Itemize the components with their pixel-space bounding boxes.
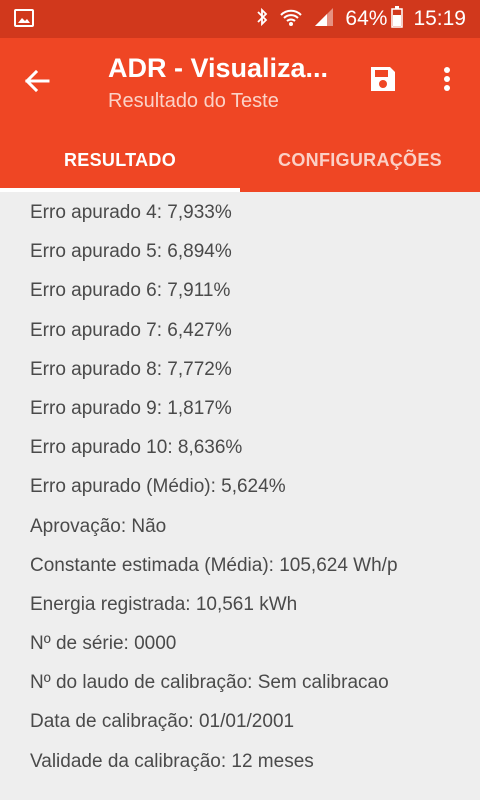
tab-resultado-label: RESULTADO xyxy=(63,149,177,170)
page-title: ADR - Visualiza... xyxy=(108,53,329,83)
back-button[interactable] xyxy=(14,60,60,106)
result-line: Validade da calibração: 12 meses xyxy=(30,750,314,772)
battery-icon xyxy=(391,5,404,33)
tab-bar: RESULTADO CONFIGURAÇÕES xyxy=(0,128,480,192)
app-toolbar: ADR - Visualiza... Resultado do Teste xyxy=(0,38,480,128)
result-line: Nº do laudo de calibração: Sem calibraca… xyxy=(30,672,389,694)
result-line: Aprovação: Não xyxy=(30,515,167,537)
signal-icon xyxy=(313,7,335,32)
more-options-button[interactable] xyxy=(424,58,470,104)
result-line: Erro apurado 7: 6,427% xyxy=(30,319,232,341)
result-line: Erro apurado 9: 1,817% xyxy=(30,397,232,419)
result-list: Erro apurado 4: 7,933% Erro apurado 5: 6… xyxy=(30,198,398,786)
result-line: Erro apurado 6: 7,911% xyxy=(30,280,231,302)
result-line: Erro apurado (Médio): 5,624% xyxy=(30,476,286,498)
wifi-icon xyxy=(279,6,303,33)
result-line: Nº de série: 0000 xyxy=(30,633,177,655)
save-button[interactable] xyxy=(360,58,406,104)
image-icon xyxy=(14,9,34,27)
clock: 15:19 xyxy=(413,7,466,30)
toolbar-titles: ADR - Visualiza... Resultado do Teste xyxy=(108,50,348,116)
tab-resultado[interactable]: RESULTADO xyxy=(0,128,240,192)
bluetooth-icon xyxy=(255,7,269,32)
result-content[interactable]: Erro apurado 4: 7,933% Erro apurado 5: 6… xyxy=(0,192,480,800)
back-arrow-icon xyxy=(24,69,50,98)
result-line: Erro apurado 5: 6,894% xyxy=(30,241,232,263)
result-line: Erro apurado 4: 7,933% xyxy=(30,202,232,223)
more-vert-icon xyxy=(443,66,451,97)
tab-configuracoes-label: CONFIGURAÇÕES xyxy=(278,149,442,170)
result-line: Erro apurado 10: 8,636% xyxy=(30,437,243,459)
status-icons: 64% 15:19 xyxy=(255,0,466,38)
result-line: Data de calibração: 01/01/2001 xyxy=(30,711,295,733)
status-bar: 64% 15:19 xyxy=(0,0,480,38)
save-icon xyxy=(369,65,397,98)
result-line: Erro apurado 8: 7,772% xyxy=(30,358,232,380)
app-screen: 64% 15:19 ADR - Visualiza... Resultado d… xyxy=(0,0,480,800)
tab-configuracoes[interactable]: CONFIGURAÇÕES xyxy=(240,128,480,192)
result-line: Constante estimada (Média): 105,624 Wh/p xyxy=(30,554,398,576)
page-subtitle: Resultado do Teste xyxy=(108,90,279,112)
battery-percent: 64% xyxy=(345,7,388,30)
result-line: Energia registrada: 10,561 kWh xyxy=(30,593,298,615)
